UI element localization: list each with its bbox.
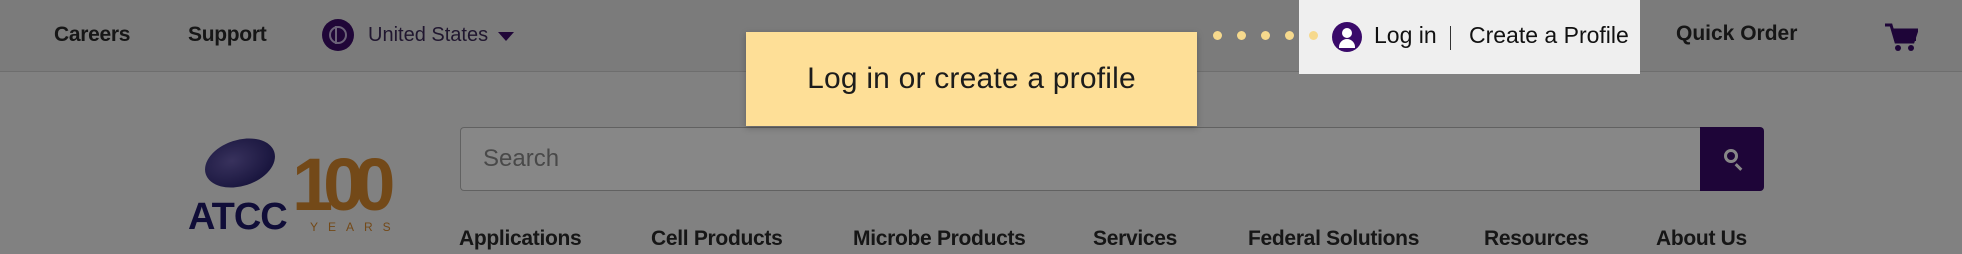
user-icon (1332, 22, 1362, 52)
connector-dot (1261, 31, 1270, 40)
connector-dot (1213, 31, 1222, 40)
login-link[interactable]: Log in (1374, 22, 1437, 49)
connector-dot (1309, 31, 1318, 40)
create-profile-link[interactable]: Create a Profile (1469, 22, 1629, 49)
tooltip-connector (1213, 31, 1323, 41)
onboarding-tooltip: Log in or create a profile (746, 32, 1197, 126)
connector-dot (1237, 31, 1246, 40)
connector-dot (1285, 31, 1294, 40)
tooltip-text: Log in or create a profile (807, 62, 1136, 95)
account-highlight: Log in Create a Profile (1299, 0, 1640, 74)
divider (1450, 26, 1451, 50)
